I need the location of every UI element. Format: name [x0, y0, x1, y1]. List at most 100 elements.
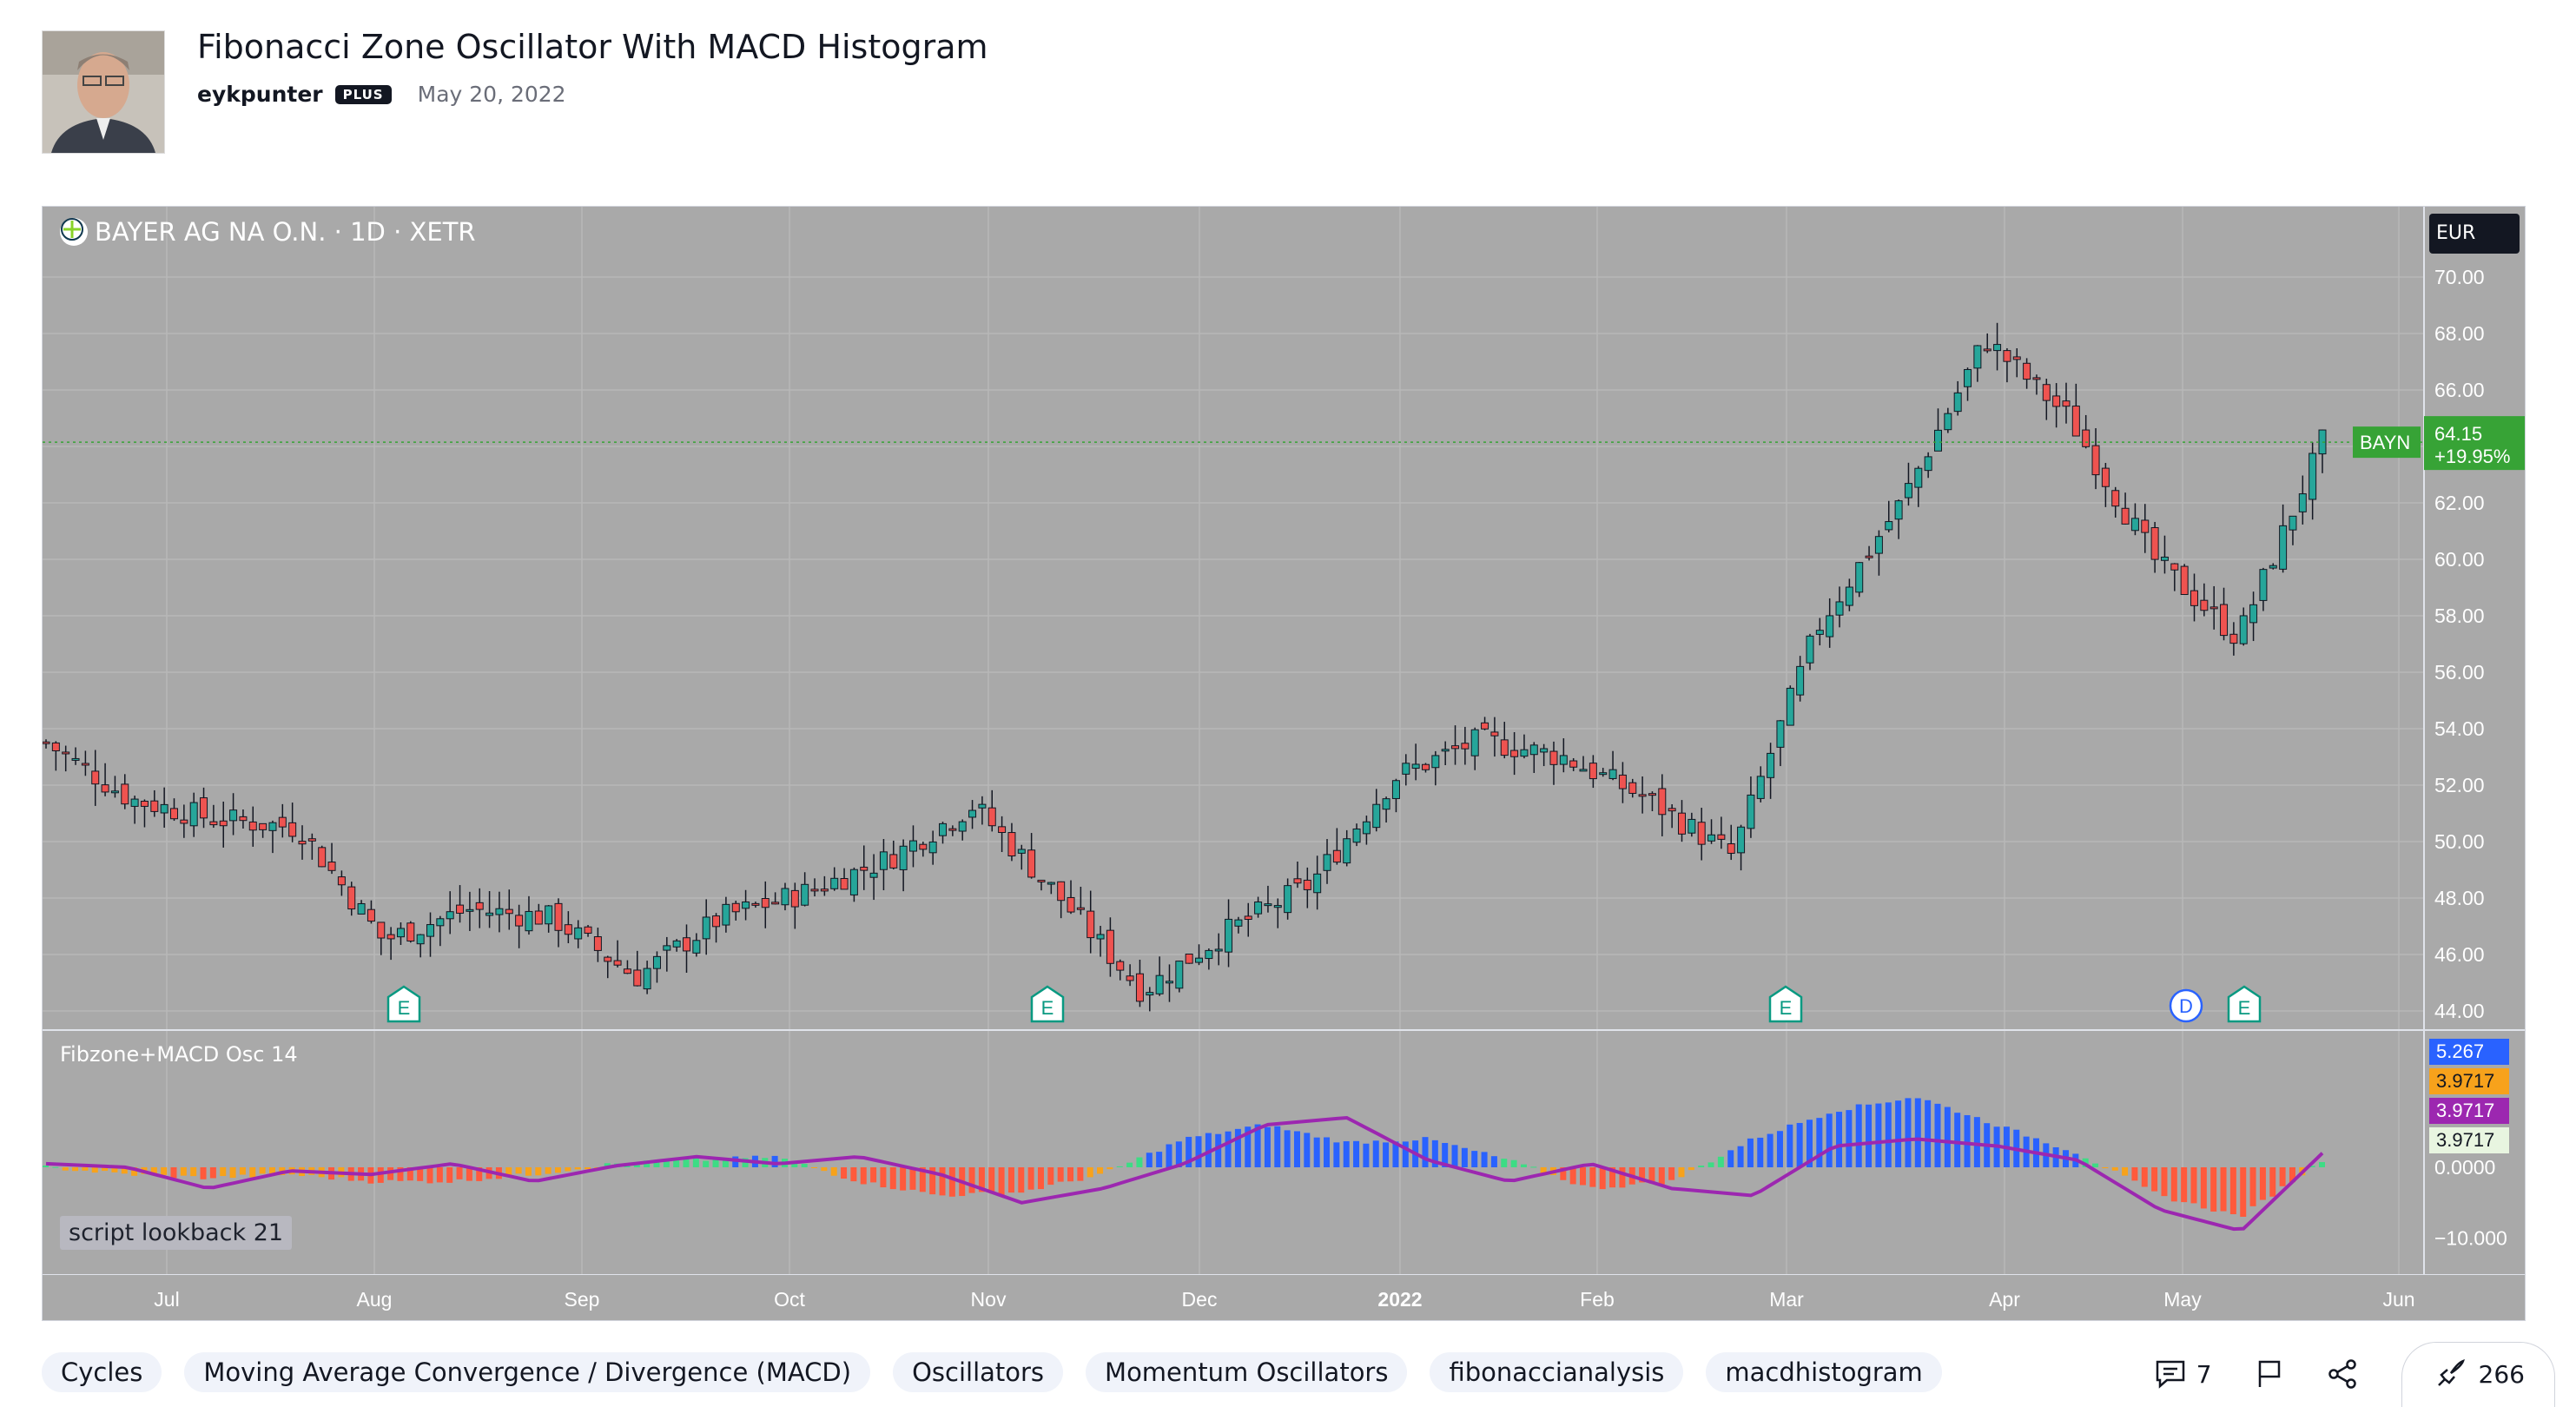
price-axis-label: 56.00	[2434, 661, 2485, 684]
candle-body	[939, 822, 948, 836]
candle-body	[1569, 760, 1578, 768]
time-axis-label: Dec	[1182, 1288, 1218, 1311]
osc-histogram-bar	[190, 1167, 197, 1177]
time-axis-label: Nov	[971, 1288, 1007, 1311]
candle-body	[2269, 565, 2277, 569]
candle-body	[1658, 788, 1667, 816]
osc-axis-label: 0.0000	[2434, 1156, 2495, 1179]
candle-body	[2130, 518, 2139, 532]
boost-button[interactable]: 266	[2401, 1341, 2555, 1407]
candle-body	[239, 816, 248, 822]
publish-date: May 20, 2022	[417, 82, 566, 107]
osc-histogram-bar	[811, 1167, 818, 1168]
osc-histogram-bar	[909, 1167, 916, 1190]
candle-body	[771, 902, 780, 905]
candle-body	[1343, 838, 1351, 864]
osc-histogram-bar	[1037, 1167, 1044, 1190]
comments-button[interactable]: 7	[2155, 1359, 2212, 1389]
candle-body	[574, 927, 583, 940]
osc-histogram-bar	[1313, 1137, 1320, 1167]
osc-histogram-bar	[692, 1158, 699, 1167]
time-axis-label: Jul	[154, 1288, 179, 1311]
candle-body	[1047, 882, 1055, 885]
tag-momentum-oscillators[interactable]: Momentum Oscillators	[1086, 1352, 1408, 1392]
osc-histogram-bar	[72, 1167, 79, 1172]
osc-histogram-bar	[515, 1167, 522, 1174]
candle-body	[1520, 749, 1529, 757]
candle-body	[1244, 915, 1252, 921]
candle-body	[2170, 563, 2179, 571]
candle-body	[386, 934, 395, 940]
tag-macd[interactable]: Moving Average Convergence / Divergence …	[184, 1352, 871, 1392]
osc-histogram-bar	[1580, 1167, 1587, 1186]
candle-body	[91, 770, 100, 785]
chart-panel[interactable]: 70.0068.0066.0064.0062.0060.0058.0056.00…	[42, 206, 2526, 1321]
osc-histogram-bar	[1698, 1166, 1705, 1167]
candle-body	[1589, 763, 1597, 780]
tag-oscillators[interactable]: Oscillators	[893, 1352, 1064, 1392]
author-avatar[interactable]	[42, 30, 165, 154]
candle-body	[731, 902, 740, 913]
candle-body	[1677, 812, 1686, 835]
candle-body	[1391, 780, 1400, 799]
osc-histogram-bar	[2131, 1167, 2138, 1181]
osc-histogram-bar	[1234, 1128, 1241, 1167]
candle-body	[1264, 903, 1272, 907]
osc-histogram-bar	[1964, 1114, 1971, 1167]
osc-histogram-bar	[2170, 1167, 2177, 1202]
osc-histogram-bar	[1787, 1124, 1793, 1167]
candle-body	[2298, 493, 2307, 512]
osc-histogram-bar	[1304, 1133, 1311, 1167]
author-name[interactable]: eykpunter	[197, 82, 323, 107]
osc-histogram-bar	[841, 1167, 848, 1179]
candle-body	[889, 854, 898, 869]
osc-histogram-bar	[1836, 1112, 1843, 1167]
price-axis-label: 44.00	[2434, 1000, 2485, 1022]
price-axis-label: 54.00	[2434, 717, 2485, 740]
candle-body	[1865, 555, 1873, 558]
osc-histogram-bar	[1510, 1159, 1517, 1167]
candle-body	[1372, 803, 1381, 829]
osc-histogram-bar	[1422, 1137, 1429, 1167]
tag-macdhistogram[interactable]: macdhistogram	[1706, 1352, 1942, 1392]
candle-body	[2249, 604, 2258, 624]
candle-body	[978, 803, 987, 809]
price-axis-label: 70.00	[2434, 266, 2485, 288]
tag-fibonaccianalysis[interactable]: fibonaccianalysis	[1430, 1352, 1684, 1392]
report-button[interactable]	[2256, 1359, 2283, 1389]
tag-cycles[interactable]: Cycles	[42, 1352, 162, 1392]
osc-histogram-bar	[1796, 1122, 1803, 1167]
candle-body	[2239, 615, 2248, 644]
candle-body	[406, 922, 415, 942]
candle-body	[416, 934, 425, 945]
candle-body	[2279, 525, 2288, 570]
chart-canvas[interactable]: 70.0068.0066.0064.0062.0060.0058.0056.00…	[43, 207, 2525, 1320]
rocket-icon	[2437, 1358, 2465, 1386]
candle-body	[1668, 808, 1676, 812]
osc-histogram-bar	[1520, 1164, 1527, 1167]
candle-body	[1815, 630, 1824, 635]
indicator-title: Fibzone+MACD Osc 14	[60, 1042, 298, 1067]
share-button[interactable]	[2327, 1358, 2358, 1390]
candle-body	[2229, 633, 2238, 644]
candle-body	[810, 888, 819, 892]
candle-body	[170, 808, 179, 820]
osc-histogram-bar	[1126, 1162, 1133, 1167]
osc-histogram-bar	[1925, 1100, 1932, 1167]
osc-histogram-bar	[1895, 1100, 1902, 1167]
flag-icon	[2258, 1360, 2280, 1387]
candle-body	[2160, 556, 2169, 561]
time-axis-label: Jun	[2382, 1288, 2414, 1311]
candle-body	[1894, 500, 1903, 520]
candle-body	[1776, 720, 1785, 748]
currency-selector[interactable]: EUR	[2429, 214, 2520, 254]
candle-body	[259, 822, 268, 830]
candle-body	[1737, 826, 1746, 854]
osc-histogram-bar	[870, 1167, 877, 1183]
osc-histogram-bar	[200, 1167, 207, 1179]
ticker-tag: BAYN	[2360, 432, 2410, 453]
osc-histogram-bar	[2210, 1167, 2217, 1212]
osc-histogram-bar	[456, 1167, 463, 1179]
osc-histogram-bar	[2102, 1167, 2109, 1169]
osc-histogram-bar	[2151, 1167, 2158, 1192]
